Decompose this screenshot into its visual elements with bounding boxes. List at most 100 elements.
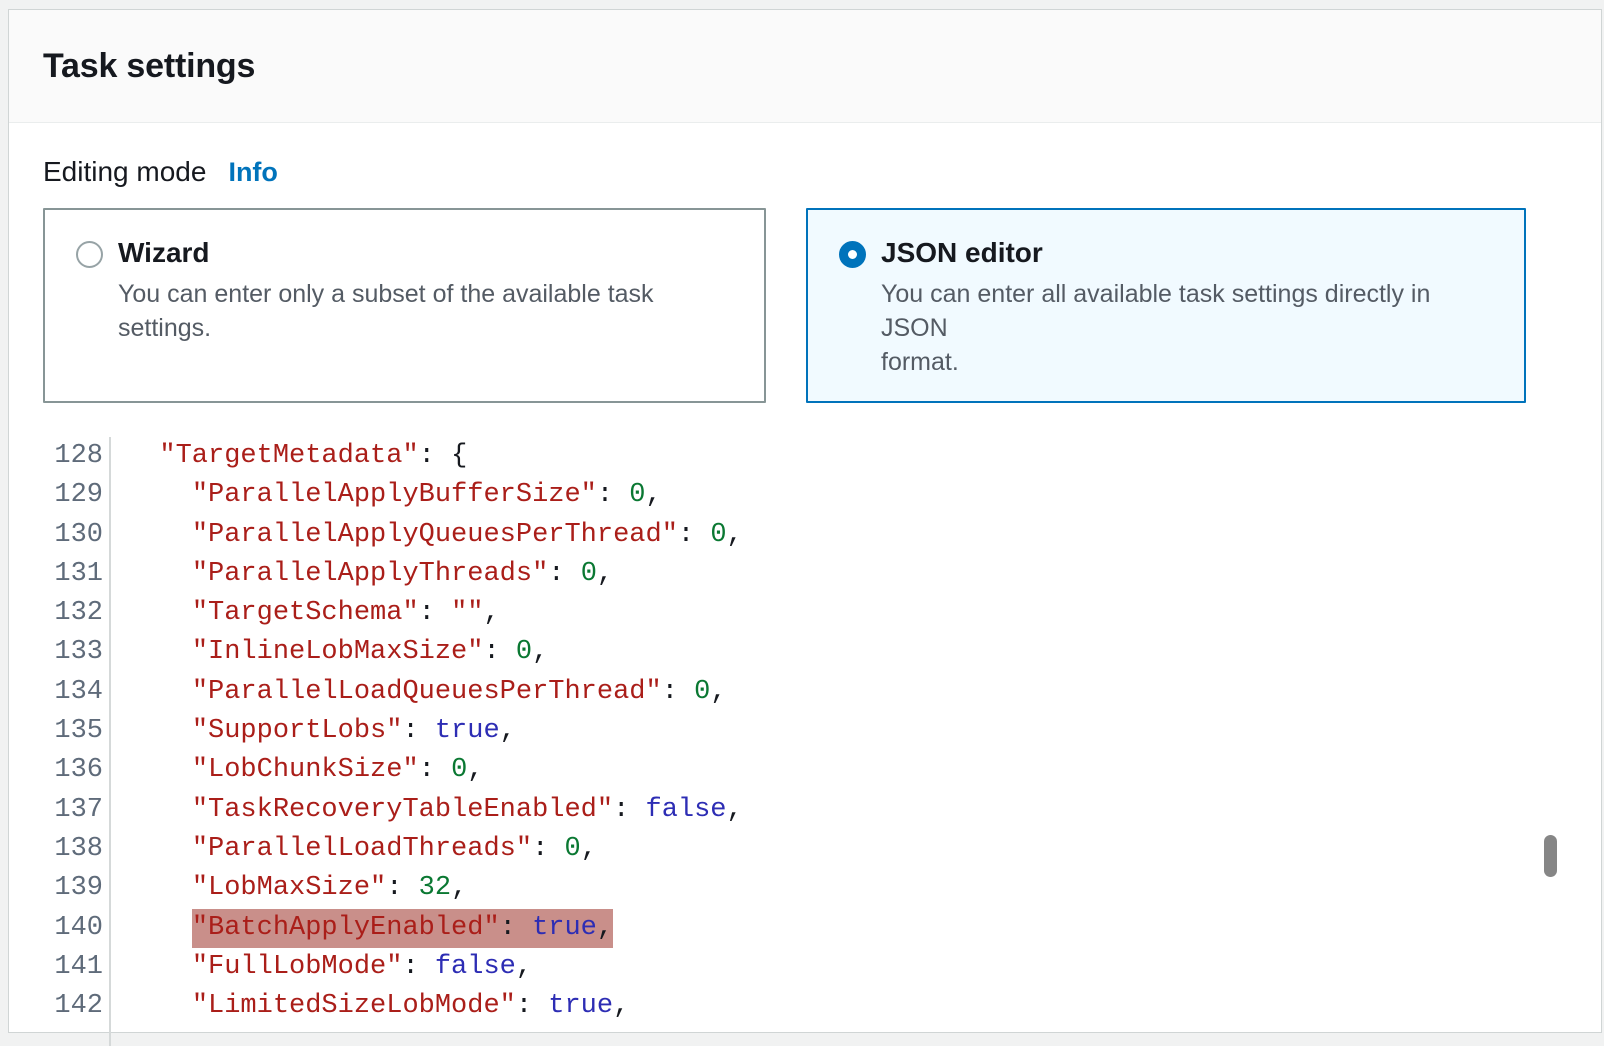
code-token: 0 — [581, 559, 597, 589]
line-number: 133 — [9, 633, 111, 672]
code-token: : — [419, 598, 451, 628]
code-line-text: "LimitedSizeLobMode": true, — [111, 987, 629, 1026]
code-line-text: "LobChunkSize": 0, — [111, 751, 483, 790]
code-line[interactable]: 129 "ParallelApplyBufferSize": 0, — [9, 476, 1601, 515]
json-editor-description-line-2: format. — [881, 345, 1500, 379]
code-token: , — [581, 834, 597, 864]
line-number: 129 — [9, 476, 111, 515]
code-line[interactable]: 135 "SupportLobs": true, — [9, 712, 1601, 751]
code-token: "ParallelApplyBufferSize" — [192, 480, 597, 510]
code-token: { — [451, 441, 467, 471]
code-token: "TargetSchema" — [192, 598, 419, 628]
json-editor-option-text: JSON editor You can enter all available … — [881, 234, 1500, 379]
code-token: : — [613, 795, 645, 825]
json-editor-option-description: You can enter all available task setting… — [881, 277, 1500, 379]
code-line[interactable]: 132 "TargetSchema": "", — [9, 594, 1601, 633]
code-token: : — [516, 991, 548, 1021]
code-token: "InlineLobMaxSize" — [192, 637, 484, 667]
code-token: 0 — [564, 834, 580, 864]
code-token: , — [500, 716, 516, 746]
code-token: 0 — [629, 480, 645, 510]
code-line-text: "LobMaxSize": 32, — [111, 869, 467, 908]
code-line-text: "FullLobMode": false, — [111, 948, 532, 987]
json-editor-option-label: JSON editor — [881, 236, 1500, 270]
code-token: "ParallelLoadQueuesPerThread" — [192, 677, 662, 707]
code-token: "TaskRecoveryTableEnabled" — [192, 795, 613, 825]
line-number: 138 — [9, 830, 111, 869]
code-token: , — [710, 677, 726, 707]
code-token: , — [532, 637, 548, 667]
code-line-text: "ParallelApplyQueuesPerThread": 0, — [111, 516, 743, 555]
code-line-text: "InlineLobMaxSize": 0, — [111, 633, 548, 672]
task-settings-panel: Task settings Editing mode Info Wizard Y… — [8, 9, 1602, 1033]
code-line-text: "TargetMetadata": { — [111, 437, 467, 476]
code-token: 0 — [516, 637, 532, 667]
code-token: "ParallelApplyQueuesPerThread" — [192, 520, 678, 550]
code-line[interactable]: 140 "BatchApplyEnabled": true, — [9, 909, 1601, 948]
code-token: "LimitedSizeLobMode" — [192, 991, 516, 1021]
code-token: , — [516, 952, 532, 982]
json-code-editor[interactable]: 128 "TargetMetadata": {129 "ParallelAppl… — [9, 437, 1601, 1046]
line-number: 136 — [9, 751, 111, 790]
line-number: 140 — [9, 909, 111, 948]
json-editor-option-card[interactable]: JSON editor You can enter all available … — [806, 208, 1526, 403]
line-number: 128 — [9, 437, 111, 476]
line-number: 142 — [9, 987, 111, 1026]
code-token: : — [662, 677, 694, 707]
code-line[interactable]: 134 "ParallelLoadQueuesPerThread": 0, — [9, 673, 1601, 712]
json-editor-radio-button[interactable] — [839, 241, 866, 268]
code-line[interactable]: 136 "LobChunkSize": 0, — [9, 751, 1601, 790]
code-token: "ParallelApplyThreads" — [192, 559, 548, 589]
code-line[interactable]: 130 "ParallelApplyQueuesPerThread": 0, — [9, 516, 1601, 555]
code-token: "LobMaxSize" — [192, 873, 386, 903]
code-token: : — [548, 559, 580, 589]
code-line[interactable]: 131 "ParallelApplyThreads": 0, — [9, 555, 1601, 594]
wizard-option-card[interactable]: Wizard You can enter only a subset of th… — [43, 208, 766, 403]
code-token: false — [646, 795, 727, 825]
code-line[interactable]: 141 "FullLobMode": false, — [9, 948, 1601, 987]
code-token: : — [500, 913, 532, 943]
code-token: : — [402, 952, 434, 982]
code-line-text: "TaskRecoveryTableEnabled": false, — [111, 791, 743, 830]
code-token: : — [532, 834, 564, 864]
page-title: Task settings — [43, 47, 255, 86]
code-token: , — [727, 520, 743, 550]
code-line-text: "BatchApplyEnabled": true, — [111, 909, 613, 948]
code-line[interactable]: 138 "ParallelLoadThreads": 0, — [9, 830, 1601, 869]
line-number: 130 — [9, 516, 111, 555]
code-line[interactable]: 128 "TargetMetadata": { — [9, 437, 1601, 476]
wizard-radio-button[interactable] — [76, 241, 103, 268]
code-line[interactable]: 137 "TaskRecoveryTableEnabled": false, — [9, 791, 1601, 830]
code-token: , — [613, 991, 629, 1021]
line-number: 141 — [9, 948, 111, 987]
code-lines-container: 128 "TargetMetadata": {129 "ParallelAppl… — [9, 437, 1601, 1026]
info-link[interactable]: Info — [228, 157, 277, 188]
code-token: "" — [451, 598, 483, 628]
code-token: true — [532, 913, 597, 943]
code-token: : — [402, 716, 434, 746]
code-line-text: "ParallelApplyBufferSize": 0, — [111, 476, 662, 515]
code-token: , — [483, 598, 499, 628]
json-editor-description-line-1: You can enter all available task setting… — [881, 277, 1500, 345]
code-token: "LobChunkSize" — [192, 755, 419, 785]
code-token: "FullLobMode" — [192, 952, 403, 982]
code-line-text: "ParallelApplyThreads": 0, — [111, 555, 613, 594]
code-token: true — [548, 991, 613, 1021]
line-number: 132 — [9, 594, 111, 633]
code-line[interactable]: 133 "InlineLobMaxSize": 0, — [9, 633, 1601, 672]
panel-header: Task settings — [9, 10, 1601, 123]
code-token: : — [483, 637, 515, 667]
scrollbar-thumb[interactable] — [1544, 835, 1557, 877]
code-token: : — [597, 480, 629, 510]
code-token: , — [451, 873, 467, 903]
code-token: , — [646, 480, 662, 510]
code-line[interactable]: 142 "LimitedSizeLobMode": true, — [9, 987, 1601, 1026]
code-token: 0 — [710, 520, 726, 550]
line-number: 135 — [9, 712, 111, 751]
wizard-option-label: Wizard — [118, 236, 740, 270]
editing-mode-row: Editing mode Info — [43, 156, 1601, 188]
line-number: 137 — [9, 791, 111, 830]
code-line[interactable]: 139 "LobMaxSize": 32, — [9, 869, 1601, 908]
line-number: 139 — [9, 869, 111, 908]
editing-mode-label: Editing mode — [43, 156, 206, 188]
